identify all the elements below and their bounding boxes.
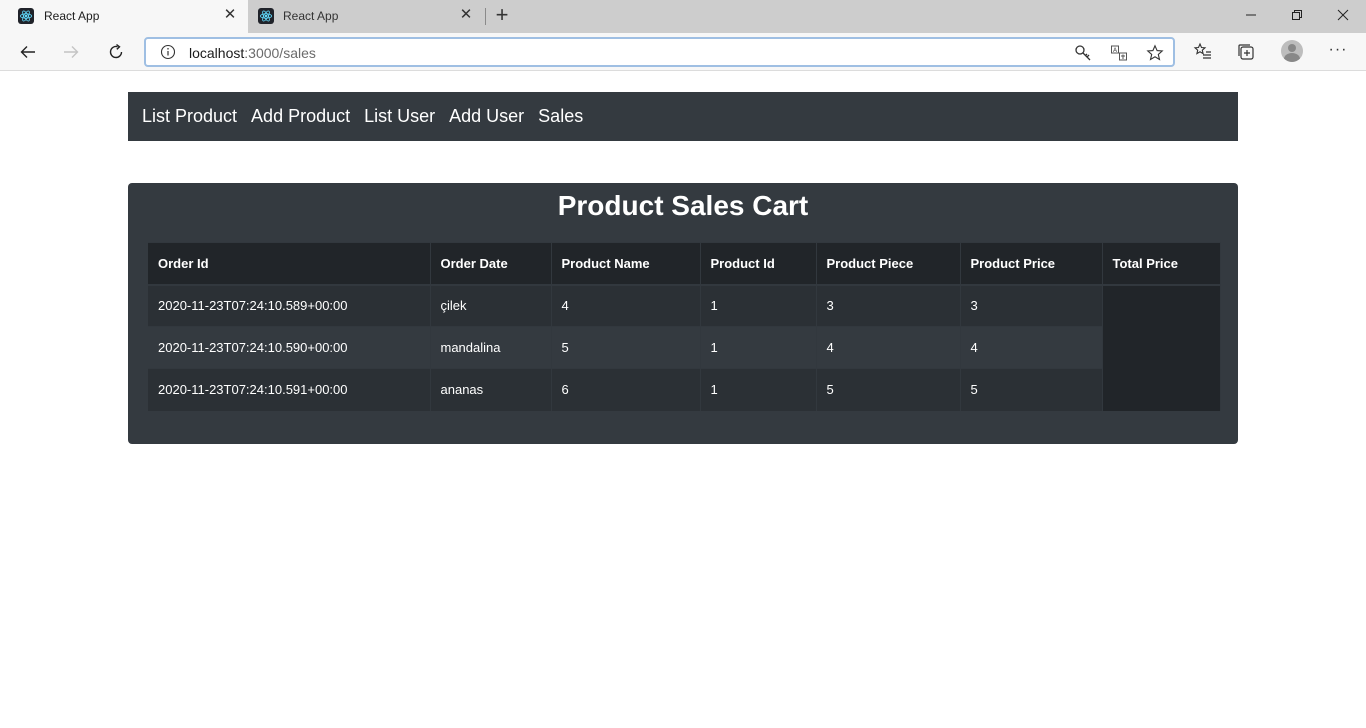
refresh-icon[interactable] <box>102 38 130 66</box>
key-icon[interactable] <box>1074 44 1092 62</box>
product-id-cell: 1 <box>700 326 817 369</box>
more-menu-icon[interactable]: ··· <box>1327 40 1349 62</box>
close-window-icon[interactable] <box>1320 0 1366 30</box>
close-tab-icon[interactable]: ✕ <box>458 7 474 23</box>
nav-list-user[interactable]: List User <box>364 106 435 127</box>
forward-arrow-icon[interactable] <box>57 38 85 66</box>
nav-add-user[interactable]: Add User <box>449 106 524 127</box>
browser-tab-1[interactable]: React App ✕ <box>0 0 248 33</box>
browser-toolbar: localhost:3000/sales A ··· <box>0 33 1366 71</box>
product-price-cell: 5 <box>960 368 1103 411</box>
tab-title: React App <box>283 9 339 23</box>
column-header-product-price: Product Price <box>960 242 1103 286</box>
react-favicon-icon <box>258 8 274 24</box>
product-piece-cell: 5 <box>816 368 961 411</box>
profile-avatar-icon[interactable] <box>1281 40 1303 62</box>
product-piece-cell: 4 <box>816 326 961 369</box>
browser-tab-2[interactable]: React App ✕ <box>249 0 485 33</box>
order-id-cell: 2020-11-23T07:24:10.589+00:00 <box>148 284 431 327</box>
column-header-total-price: Total Price <box>1102 242 1221 286</box>
nav-sales[interactable]: Sales <box>538 106 583 127</box>
product-piece-cell: 3 <box>816 284 961 327</box>
product-name-cell: 4 <box>551 284 701 327</box>
react-favicon-icon <box>18 8 34 24</box>
table-header-row: Order Id Order Date Product Name Product… <box>148 242 1221 286</box>
order-date-cell: ananas <box>430 368 552 411</box>
sales-card: Product Sales Cart Order Id Order Date P… <box>128 183 1238 444</box>
order-date-cell: çilek <box>430 284 552 327</box>
back-arrow-icon[interactable] <box>14 38 42 66</box>
minimize-window-icon[interactable] <box>1228 0 1274 30</box>
nav-list-product[interactable]: List Product <box>142 106 237 127</box>
column-header-product-piece: Product Piece <box>816 242 961 286</box>
favorite-star-icon[interactable] <box>1146 44 1164 62</box>
column-header-product-id: Product Id <box>700 242 817 286</box>
close-tab-icon[interactable]: ✕ <box>222 7 238 23</box>
table-row: 2020-11-23T07:24:10.589+00:00 çilek 4 1 … <box>148 284 1221 411</box>
column-header-order-id: Order Id <box>148 242 431 286</box>
new-tab-icon[interactable]: + <box>491 4 513 27</box>
column-header-product-name: Product Name <box>551 242 701 286</box>
nav-add-product[interactable]: Add Product <box>251 106 350 127</box>
product-price-cell: 3 <box>960 284 1103 327</box>
site-info-icon[interactable] <box>160 44 176 60</box>
translate-icon[interactable]: A <box>1110 44 1128 62</box>
address-bar[interactable]: localhost:3000/sales A <box>144 37 1175 67</box>
column-header-order-date: Order Date <box>430 242 552 286</box>
product-id-cell: 1 <box>700 368 817 411</box>
url-text: localhost:3000/sales <box>189 45 316 61</box>
total-price-cell <box>1102 284 1221 411</box>
tab-divider <box>485 8 486 25</box>
product-name-cell: 6 <box>551 368 701 411</box>
favorites-list-icon[interactable] <box>1192 41 1214 63</box>
order-date-cell: mandalina <box>430 326 552 369</box>
order-id-cell: 2020-11-23T07:24:10.591+00:00 <box>148 368 431 411</box>
restore-window-icon[interactable] <box>1274 0 1320 30</box>
product-id-cell: 1 <box>700 284 817 327</box>
tab-strip: React App ✕ React App ✕ + <box>0 0 1366 33</box>
table-row: 2020-11-23T07:24:10.590+00:00 mandalina … <box>148 326 1220 369</box>
app-navbar: List Product Add Product List User Add U… <box>128 92 1238 141</box>
tab-title: React App <box>44 9 100 23</box>
order-id-cell: 2020-11-23T07:24:10.590+00:00 <box>148 326 431 369</box>
page-title: Product Sales Cart <box>557 190 809 221</box>
product-name-cell: 5 <box>551 326 701 369</box>
product-price-cell: 4 <box>960 326 1103 369</box>
table-row: 2020-11-23T07:24:10.591+00:00 ananas 6 1… <box>148 368 1220 411</box>
sales-table: Order Id Order Date Product Name Product… <box>148 242 1221 411</box>
collections-icon[interactable] <box>1235 41 1257 63</box>
